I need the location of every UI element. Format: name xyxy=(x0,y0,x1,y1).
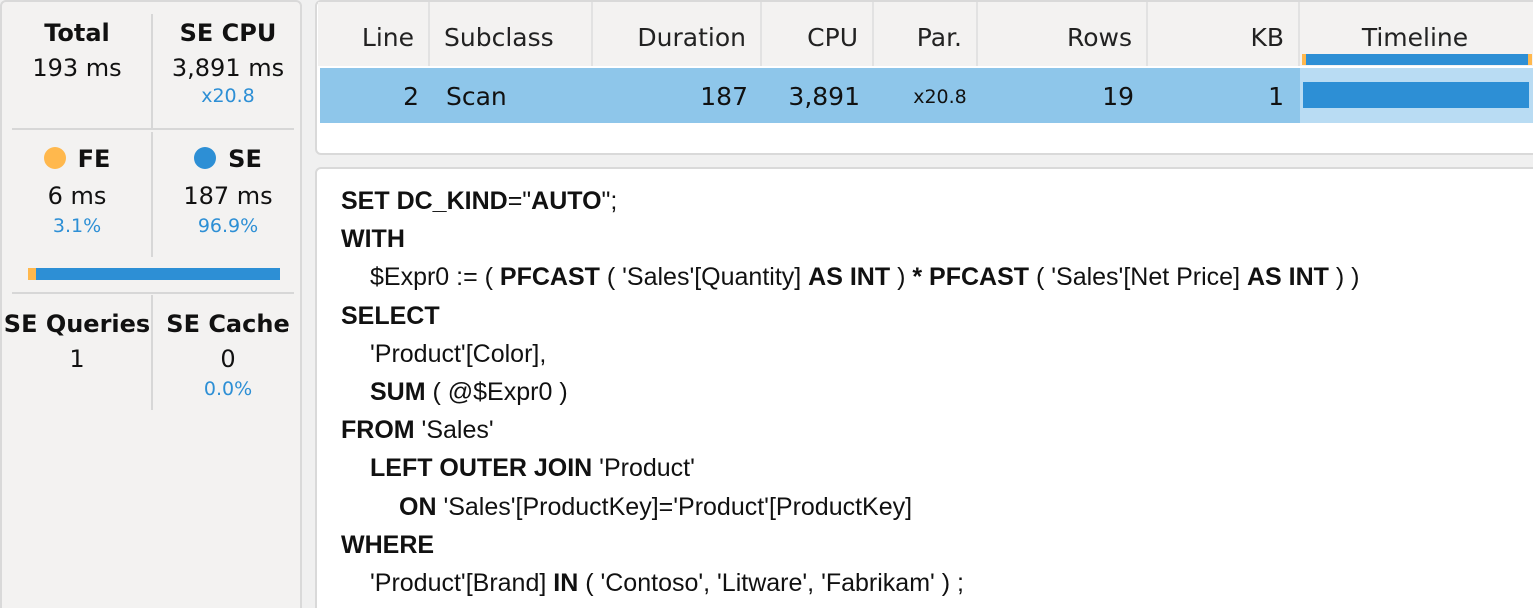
query-keyword: ON xyxy=(399,492,437,521)
query-text-fragment: 'Product'[Brand] xyxy=(370,569,554,597)
total-label: Total xyxy=(44,19,110,47)
col-header-cpu[interactable]: CPU xyxy=(762,2,874,66)
se-dot-icon xyxy=(194,147,217,169)
divider xyxy=(12,292,294,294)
query-keyword: AS INT xyxy=(808,263,891,292)
timeline-end-marker xyxy=(1528,54,1532,65)
se-queries-metric: SE Queries 1 xyxy=(2,310,152,374)
query-text-fragment: 'Sales'[ProductKey]='Product'[ProductKey… xyxy=(436,492,913,521)
col-header-line[interactable]: Line xyxy=(318,2,430,66)
cell-duration: 187 xyxy=(700,82,748,111)
se-percent: 96.9% xyxy=(197,215,259,237)
col-header-par[interactable]: Par. xyxy=(874,2,978,66)
server-timings-summary: Total 193 ms SE CPU 3,891 ms x20.8 FE 6 … xyxy=(0,0,302,608)
timeline-start-marker xyxy=(1302,54,1306,65)
fe-ratio-segment xyxy=(28,268,36,280)
timeline-header-bar xyxy=(1302,54,1532,65)
query-keyword: SUM xyxy=(370,378,426,406)
query-keyword: PFCAST xyxy=(929,263,1030,292)
query-line: SUM ( @$Expr0 ) xyxy=(370,377,568,407)
query-keyword: * xyxy=(912,263,923,292)
query-text-fragment: ) ) xyxy=(1328,263,1360,292)
se-cache-value: 0 xyxy=(220,345,236,373)
query-line: SET DC_KIND="AUTO"; xyxy=(341,186,617,216)
query-text-panel[interactable]: SET DC_KIND="AUTO"; WITH $Expr0 := ( PFCAS… xyxy=(315,167,1533,608)
total-metric: Total 193 ms xyxy=(2,19,152,83)
fe-value: 6 ms xyxy=(47,182,107,210)
query-keyword: PFCAST xyxy=(499,263,600,292)
se-cache-label: SE Cache xyxy=(166,310,290,338)
query-text-fragment: 'Product' xyxy=(592,454,695,483)
se-cpu-label: SE CPU xyxy=(179,19,277,47)
fe-se-ratio-bar xyxy=(28,268,280,280)
cell-line: 2 xyxy=(403,82,419,111)
query-line: FROM 'Sales' xyxy=(341,415,494,445)
timeline-bar xyxy=(1303,82,1529,108)
query-text-fragment: ( 'Sales'[Net Price] xyxy=(1029,263,1247,292)
se-value: 187 ms xyxy=(183,182,273,210)
query-text-fragment: 'Sales' xyxy=(414,416,494,445)
query-line: $Expr0 := ( PFCAST ( 'Sales'[Quantity] A… xyxy=(370,262,1359,292)
query-line: LEFT OUTER JOIN 'Product' xyxy=(370,453,695,483)
cell-subclass: Scan xyxy=(446,82,507,111)
query-text-fragment: "; xyxy=(601,187,618,215)
col-header-kb[interactable]: KB xyxy=(1148,2,1300,66)
query-text-fragment xyxy=(922,263,929,291)
se-label: SE xyxy=(228,145,262,173)
query-keyword: SELECT xyxy=(341,301,440,330)
cell-cpu: 3,891 xyxy=(788,82,860,111)
col-header-duration[interactable]: Duration xyxy=(593,2,762,66)
query-text-fragment: 'Product'[Color], xyxy=(370,339,547,368)
se-cpu-value: 3,891 ms xyxy=(171,54,285,82)
fe-percent: 3.1% xyxy=(52,215,102,237)
cell-rows: 19 xyxy=(1102,82,1134,111)
query-line: SELECT xyxy=(341,301,440,331)
col-header-rows[interactable]: Rows xyxy=(978,2,1148,66)
query-line: 'Product'[Brand] IN ( 'Contoso', 'Litwar… xyxy=(370,568,964,598)
query-keyword: AS INT xyxy=(1246,263,1329,292)
se-cache-percent: 0.0% xyxy=(203,378,253,400)
se-cache-metric: SE Cache 0 0.0% xyxy=(153,310,303,400)
query-keyword: IN xyxy=(553,569,579,597)
fe-label: FE xyxy=(77,145,111,173)
query-text-fragment: ( @$Expr0 ) xyxy=(425,378,568,406)
query-text-fragment: ) xyxy=(890,263,913,292)
total-value: 193 ms xyxy=(32,54,122,82)
query-line: ON 'Sales'[ProductKey]='Product'[Product… xyxy=(399,492,912,522)
cell-timeline xyxy=(1300,68,1533,123)
fe-dot-icon xyxy=(43,147,66,169)
col-header-subclass[interactable]: Subclass xyxy=(430,2,593,66)
query-text-fragment: ( 'Contoso', 'Litware', 'Fabrikam' ) ; xyxy=(578,569,964,597)
query-line: 'Product'[Color], xyxy=(370,339,546,369)
se-cpu-parallelism: x20.8 xyxy=(201,85,255,107)
divider xyxy=(12,128,294,130)
query-line: WHERE xyxy=(341,530,434,560)
se-cpu-metric: SE CPU 3,891 ms x20.8 xyxy=(153,19,303,107)
query-text-fragment: ( 'Sales'[Quantity] xyxy=(599,263,809,292)
cell-kb: 1 xyxy=(1268,82,1284,111)
se-queries-label: SE Queries xyxy=(3,310,151,338)
query-keyword: LEFT OUTER JOIN xyxy=(370,454,593,483)
query-keyword: WHERE xyxy=(341,530,435,559)
se-metric: SE 187 ms 96.9% xyxy=(153,145,303,237)
fe-metric: FE 6 ms 3.1% xyxy=(2,145,152,237)
query-text-fragment: =" xyxy=(507,187,532,215)
query-keyword: SET DC_KIND xyxy=(341,187,508,215)
query-keyword: FROM xyxy=(341,416,415,445)
query-keyword: AUTO xyxy=(531,187,602,215)
query-text-fragment: $Expr0 := ( xyxy=(370,263,500,292)
query-line: WITH xyxy=(341,224,405,254)
query-keyword: WITH xyxy=(341,225,405,254)
se-queries-value: 1 xyxy=(69,345,85,373)
